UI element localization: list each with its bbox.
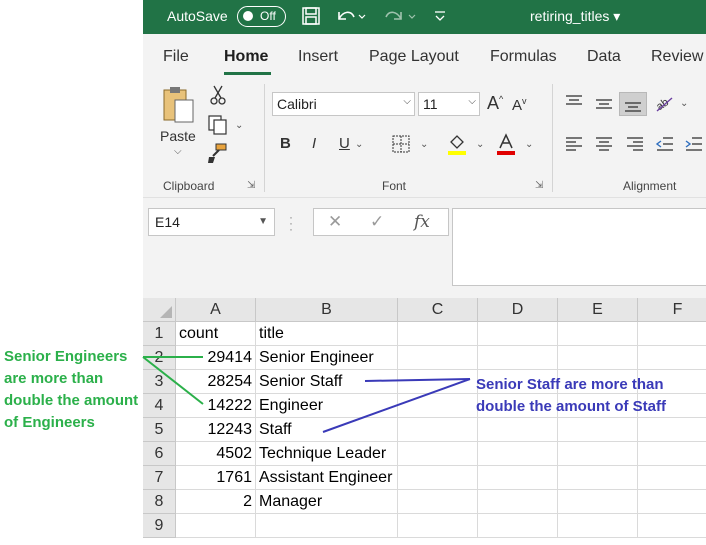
blue-arrow-line-1	[364, 378, 471, 382]
blue-arrow-line-2	[322, 378, 471, 433]
green-arrow-line-2	[142, 356, 204, 405]
annotation-arrows	[142, 356, 471, 433]
